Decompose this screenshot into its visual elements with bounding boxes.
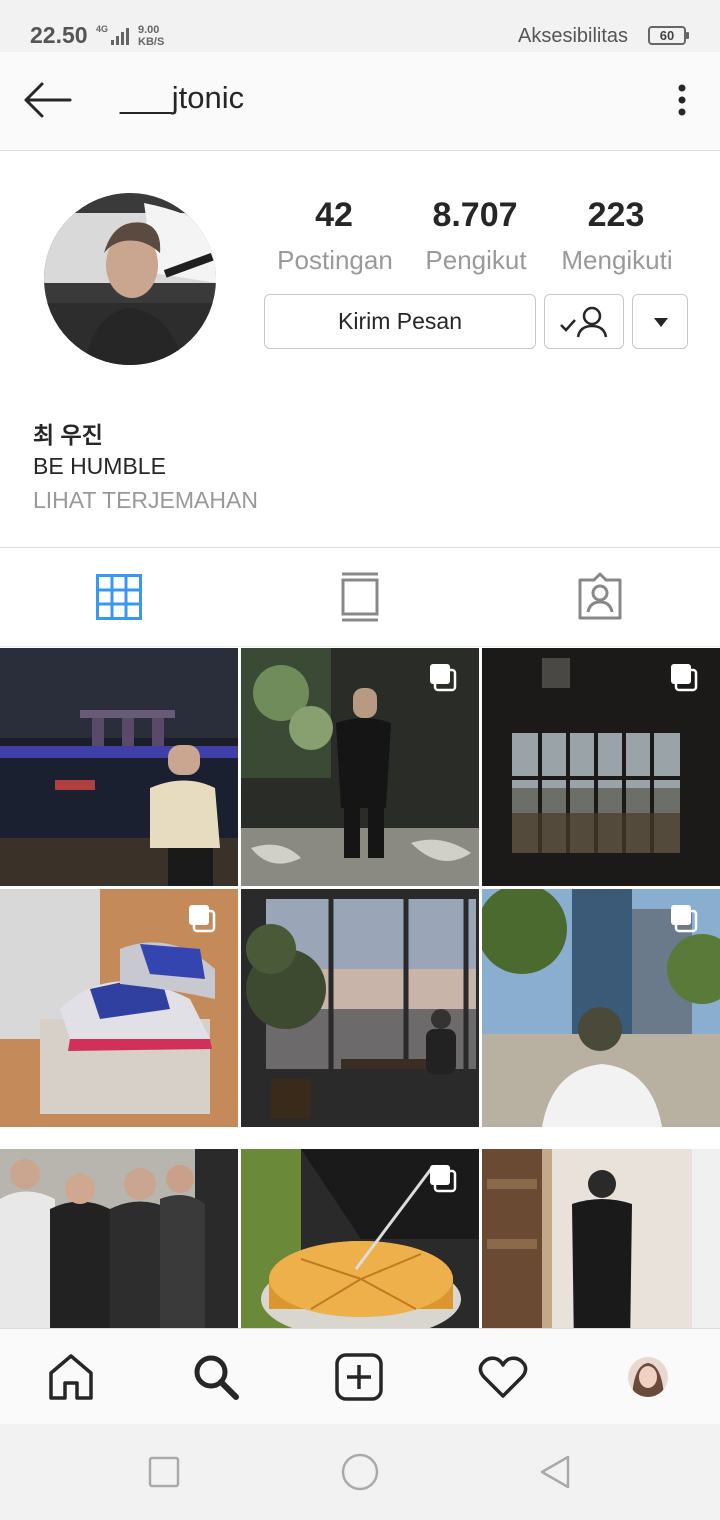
user-check-icon [560, 306, 608, 338]
profile-tabs [0, 547, 720, 647]
profile-bio: BE HUMBLE [33, 453, 166, 479]
post-thumbnail[interactable] [0, 648, 238, 886]
send-message-label: Kirim Pesan [338, 308, 462, 334]
profile-avatar[interactable] [44, 193, 216, 365]
suggestions-dropdown-button[interactable] [632, 294, 688, 349]
posts-count: 42 [315, 196, 353, 234]
system-navigation-bar [0, 1424, 720, 1520]
profile-tab-avatar[interactable] [628, 1357, 668, 1397]
tagged-icon[interactable] [576, 572, 624, 620]
post-thumbnail[interactable] [0, 889, 238, 1127]
app-header [0, 52, 720, 151]
post-thumbnail[interactable] [241, 889, 479, 1127]
send-message-button[interactable]: Kirim Pesan [264, 294, 536, 349]
profile-username: ___jtonic [120, 80, 245, 115]
following-label[interactable]: Mengikuti [537, 245, 697, 276]
accessibility-label: Aksesibilitas [518, 25, 629, 47]
status-time: 22.50 [30, 22, 88, 48]
grid-icon[interactable] [96, 574, 142, 620]
network-speed: 9.00 KB/S [138, 24, 164, 48]
followers-label[interactable]: Pengikut [396, 245, 556, 276]
activity-heart-icon[interactable] [478, 1355, 528, 1399]
speed-value: 9.00 [138, 24, 160, 36]
speed-unit: KB/S [138, 36, 165, 48]
home-circle-icon[interactable] [341, 1453, 379, 1491]
new-post-icon[interactable] [335, 1353, 383, 1401]
battery-level: 60 [659, 28, 675, 43]
network-type: 4G [96, 24, 109, 34]
posts-label: Postingan [277, 245, 393, 275]
more-options-icon[interactable] [668, 82, 696, 122]
post-thumbnail[interactable] [482, 648, 720, 886]
profile-full-name: 최 우진 [33, 422, 103, 448]
home-icon[interactable] [48, 1353, 94, 1401]
back-arrow-icon[interactable] [22, 80, 74, 120]
following-count[interactable]: 223 [541, 196, 691, 235]
post-thumbnail[interactable] [482, 889, 720, 1127]
recent-apps-icon[interactable] [148, 1456, 180, 1488]
battery-icon: 60 [648, 26, 689, 45]
caret-down-icon [654, 318, 668, 327]
bottom-navigation [0, 1328, 720, 1425]
followers-count[interactable]: 8.707 [400, 196, 550, 235]
back-triangle-icon[interactable] [538, 1454, 572, 1490]
see-translation-link[interactable]: LIHAT TERJEMAHAN [33, 487, 258, 514]
search-icon[interactable] [192, 1353, 240, 1401]
feed-icon[interactable] [340, 572, 380, 622]
following-toggle-button[interactable] [544, 294, 624, 349]
signal-icon [111, 28, 129, 45]
post-thumbnail[interactable] [241, 648, 479, 886]
